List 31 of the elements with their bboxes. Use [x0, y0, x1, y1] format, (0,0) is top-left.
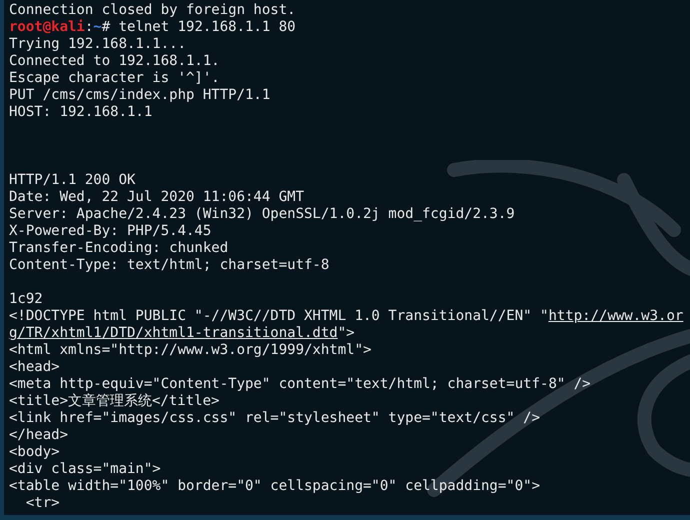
- terminal-line: <body>: [9, 444, 60, 460]
- terminal-line: <div class="main">: [9, 461, 161, 477]
- terminal-text: ">: [338, 325, 355, 341]
- terminal-line: <html xmlns="http://www.w3.org/1999/xhtml">: [9, 342, 372, 358]
- terminal-line: Server: Apache/2.4.23 (Win32) OpenSSL/1.0.2j mod_fcgid/2.3.9: [9, 206, 515, 222]
- terminal-line: <link href="images/css.css" rel="stylesheet" type="text/css" />: [9, 410, 540, 426]
- terminal-line: Escape character is '^]'.: [9, 70, 220, 86]
- terminal-line: <head>: [9, 359, 60, 375]
- prompt-path: ~: [93, 19, 102, 35]
- terminal-line: <table width="100%" border="0" cellspacing="0" cellpadding="0">: [9, 478, 540, 494]
- terminal-line: 1c92: [9, 291, 43, 307]
- terminal-line: Trying 192.168.1.1...: [9, 36, 186, 52]
- terminal-line: HOST: 192.168.1.1: [9, 104, 152, 120]
- terminal-line: <meta http-equiv="Content-Type" content="text/html; charset=utf-8" />: [9, 376, 591, 392]
- terminal-line: Transfer-Encoding: chunked: [9, 240, 228, 256]
- terminal-line: Date: Wed, 22 Jul 2020 11:06:44 GMT: [9, 189, 304, 205]
- terminal-line: HTTP/1.1 200 OK: [9, 172, 136, 188]
- terminal-line: Connected to 192.168.1.1.: [9, 53, 220, 69]
- terminal-line: <title>文章管理系统</title>: [9, 393, 220, 409]
- prompt-user: root@kali: [9, 19, 85, 35]
- terminal-line: </head>: [9, 427, 68, 443]
- prompt-separator: :: [84, 19, 94, 35]
- terminal-line: X-Powered-By: PHP/5.4.45: [9, 223, 212, 239]
- command-text: # telnet 192.168.1.1 80: [102, 19, 296, 35]
- url-link[interactable]: g/TR/xhtml1/DTD/xhtml1-transitional.dtd: [9, 325, 338, 341]
- url-link[interactable]: http://www.w3.or: [548, 308, 684, 324]
- terminal-line: <tr>: [24, 495, 60, 511]
- terminal-line: Connection closed by foreign host.: [9, 2, 296, 18]
- terminal-text: <!DOCTYPE html PUBLIC "-//W3C//DTD XHTML 1.0 Transitional//EN" ": [9, 308, 548, 324]
- terminal-line: PUT /cms/cms/index.php HTTP/1.1: [9, 87, 270, 103]
- terminal-line: Content-Type: text/html; charset=utf-8: [9, 257, 330, 273]
